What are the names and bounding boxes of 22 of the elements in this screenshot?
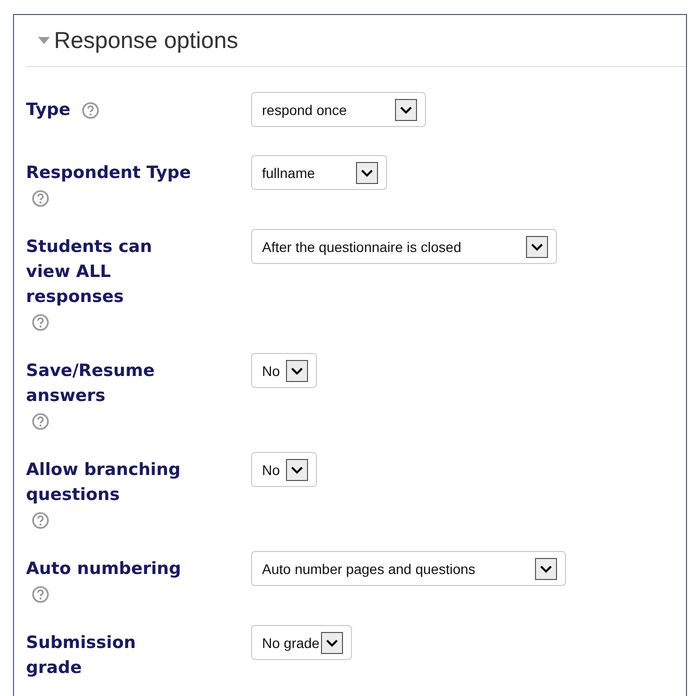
dropdown-select[interactable]: fullname (251, 155, 387, 190)
dropdown-select[interactable]: No grade (251, 625, 352, 660)
field-label: Submission grade (26, 633, 136, 678)
collapse-icon[interactable] (38, 37, 50, 44)
help-icon[interactable] (32, 314, 49, 331)
dropdown-select[interactable]: No (251, 353, 317, 388)
help-icon[interactable] (32, 413, 49, 430)
help-icon[interactable] (32, 190, 49, 207)
help-icon[interactable] (32, 512, 49, 529)
field-label: Auto numbering (26, 559, 182, 579)
dropdown-select[interactable]: Auto number pages and questions (251, 551, 566, 586)
help-icon[interactable] (32, 586, 49, 603)
field-label: Allow branching questions (26, 460, 181, 505)
field-label: Students can view ALL responses (26, 237, 152, 307)
field-label: Type (26, 100, 70, 120)
help-icon[interactable] (82, 102, 100, 119)
field-label: Save/Resume answers (26, 361, 155, 406)
dropdown-select[interactable]: After the questionnaire is closed (251, 229, 557, 264)
dropdown-select[interactable]: respond once (251, 92, 426, 127)
section-title[interactable]: Response options (54, 27, 238, 54)
dropdown-select[interactable]: No (251, 452, 317, 487)
field-label: Respondent Type (26, 163, 191, 183)
